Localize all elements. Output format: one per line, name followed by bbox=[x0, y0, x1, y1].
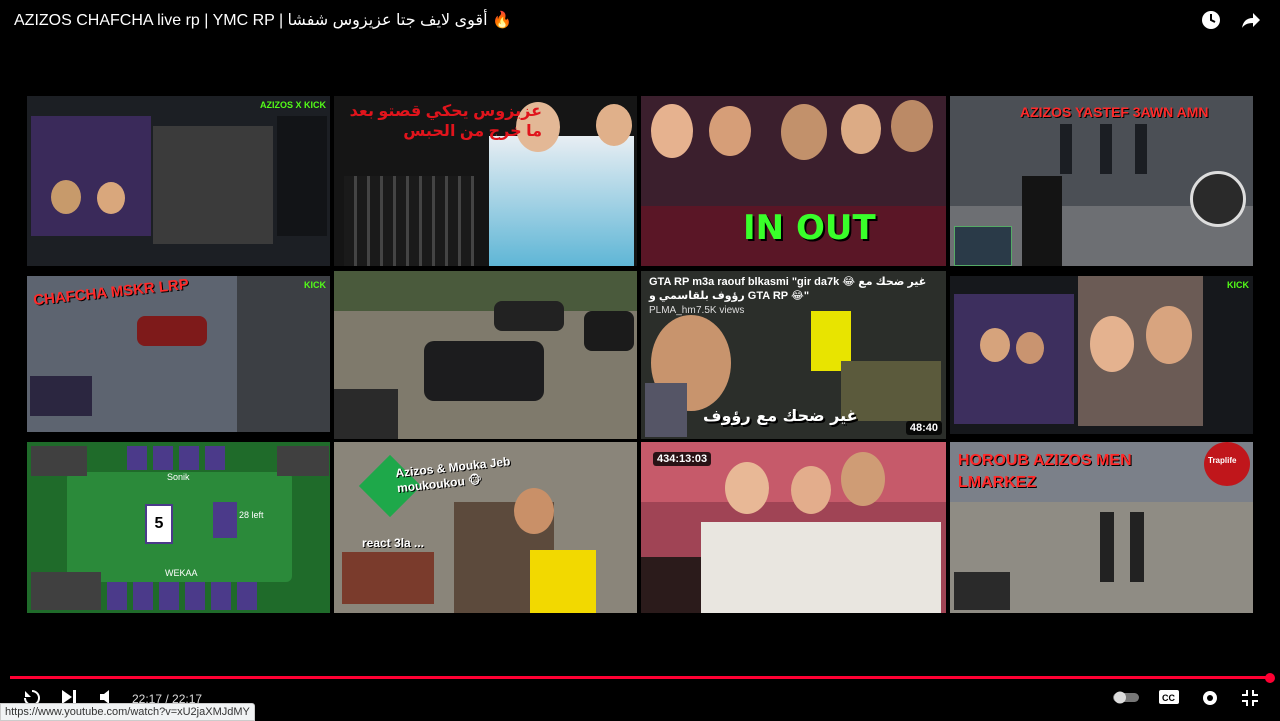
woman-face bbox=[1090, 316, 1134, 372]
police-car-2 bbox=[584, 311, 634, 351]
player-cam-3 bbox=[31, 572, 101, 610]
progress-bar[interactable] bbox=[10, 676, 1270, 679]
person-face bbox=[514, 488, 554, 534]
stream-cam-area bbox=[31, 116, 151, 236]
trees-background bbox=[334, 271, 637, 311]
streamer-face bbox=[51, 180, 81, 214]
suspect-figure bbox=[1022, 176, 1062, 266]
figure-1 bbox=[1100, 512, 1114, 582]
autoplay-toggle-icon[interactable] bbox=[1112, 688, 1140, 712]
settings-gear-icon[interactable] bbox=[1200, 688, 1220, 712]
police-badge-icon bbox=[1190, 171, 1246, 227]
tile-channel[interactable]: PLMA_hm bbox=[649, 305, 696, 316]
tile-views: 7.5K views bbox=[696, 305, 745, 316]
red-car bbox=[137, 316, 207, 346]
endscreen-tile-11[interactable]: 434:13:03 bbox=[641, 442, 946, 613]
guest-face bbox=[97, 182, 125, 214]
streamer-face bbox=[980, 328, 1010, 362]
share-arrow-icon[interactable] bbox=[1240, 9, 1262, 31]
woman-face bbox=[725, 462, 769, 514]
endscreen-tile-2[interactable]: عزيزوس يحكي قصتو بعد ما خرج من الحبس bbox=[334, 96, 637, 266]
svg-text:CC: CC bbox=[1162, 693, 1175, 703]
woman-face-3 bbox=[891, 100, 933, 152]
endscreen-tile-5[interactable]: CHAFCHA MSKR LRP KICK bbox=[27, 276, 330, 432]
figure-2 bbox=[1130, 512, 1144, 582]
cards-left: 28 left bbox=[239, 510, 264, 520]
endscreen-tile-8[interactable]: KICK bbox=[950, 276, 1253, 434]
prison-bars-image bbox=[344, 176, 474, 266]
facecam bbox=[342, 552, 434, 604]
center-card: 5 bbox=[145, 504, 173, 544]
officer-figure-2 bbox=[1100, 124, 1112, 174]
duration-badge: 48:40 bbox=[905, 421, 942, 435]
man-face bbox=[841, 452, 885, 506]
overlay-text: غير ضحك مع رؤوف bbox=[703, 406, 858, 425]
endscreen-tile-12[interactable]: Traplife HOROUB AZIZOS MEN LMARKEZ bbox=[950, 442, 1253, 613]
endscreen-tile-7[interactable]: GTA RP m3a raouf blkasmi "gir da7k 😂 غير… bbox=[641, 271, 946, 439]
white-shirts bbox=[701, 522, 941, 613]
second-person-face bbox=[596, 104, 632, 146]
tile-caption: Azizos & Mouka Jeb moukoukou 🐵 bbox=[394, 454, 511, 496]
stream-chat-panel bbox=[277, 116, 327, 236]
police-car bbox=[494, 301, 564, 331]
top-bar: AZIZOS CHAFCHA live rp | YMC RP | أقوى ل… bbox=[0, 0, 1280, 50]
opponent-cards bbox=[127, 446, 227, 470]
endscreen-tile-3[interactable]: IN OUT bbox=[641, 96, 946, 266]
building-wall bbox=[237, 276, 330, 432]
person-jacket-image bbox=[489, 136, 634, 266]
player-name-top: Sonik bbox=[167, 472, 190, 482]
tile-caption: AZIZOS YASTEF 3AWN AMN bbox=[1020, 104, 1209, 120]
yellow-jacket bbox=[530, 550, 596, 613]
timer-badge: 434:13:03 bbox=[653, 452, 712, 466]
officer-figure bbox=[1060, 124, 1072, 174]
endscreen-tile-1[interactable]: AZIZOS X KICK bbox=[27, 96, 330, 266]
guest-face bbox=[1016, 332, 1044, 364]
facecam bbox=[954, 572, 1010, 610]
captions-icon[interactable]: CC bbox=[1158, 688, 1180, 712]
player-cam-2 bbox=[277, 446, 329, 476]
kick-logo: KICK bbox=[304, 280, 326, 290]
endscreen-tile-6[interactable] bbox=[334, 271, 637, 439]
deck-card bbox=[213, 502, 237, 538]
facecam bbox=[334, 389, 398, 439]
kick-logo: AZIZOS X KICK bbox=[259, 100, 326, 110]
player-hand bbox=[107, 582, 257, 610]
tile-caption: HOROUB AZIZOS MEN LMARKEZ bbox=[958, 452, 1132, 491]
tile-caption: عزيزوس يحكي قصتو بعد ما خرج من الحبس bbox=[349, 103, 542, 140]
endscreen-tile-10[interactable]: Azizos & Mouka Jeb moukoukou 🐵 react 3la… bbox=[334, 442, 637, 613]
stream-face-area bbox=[153, 126, 273, 244]
woman-face-2 bbox=[709, 106, 751, 156]
man-face bbox=[781, 104, 827, 160]
status-bar-url: https://www.youtube.com/watch?v=xU2jaXMJ… bbox=[0, 703, 255, 721]
gta-logo-box bbox=[645, 383, 687, 437]
player-name-bottom: WEKAA bbox=[165, 568, 198, 578]
traplife-text: Traplife bbox=[1208, 456, 1237, 465]
fullscreen-exit-icon[interactable] bbox=[1240, 688, 1260, 712]
tile-caption: GTA RP m3a raouf blkasmi "gir da7k 😂 غير… bbox=[649, 276, 927, 302]
woman-face-2 bbox=[791, 466, 831, 514]
stream-cam-area bbox=[954, 294, 1074, 424]
progress-scrubber[interactable] bbox=[1265, 673, 1275, 683]
endscreen-tile-9[interactable]: 5 28 left Sonik WEKAA bbox=[27, 442, 330, 613]
kick-logo: KICK bbox=[1227, 280, 1249, 290]
facecam bbox=[30, 376, 92, 416]
man-face-2 bbox=[841, 104, 881, 154]
endscreen-tile-4[interactable]: AZIZOS YASTEF 3AWN AMN bbox=[950, 96, 1253, 266]
video-title[interactable]: AZIZOS CHAFCHA live rp | YMC RP | أقوى ل… bbox=[14, 10, 512, 30]
endscreen-grid: AZIZOS X KICK عزيزوس يحكي قصتو بعد ما خر… bbox=[27, 96, 1253, 613]
police-suv bbox=[424, 341, 544, 401]
player-cam-1 bbox=[31, 446, 87, 476]
woman-face bbox=[651, 104, 693, 158]
officer-figure-3 bbox=[1135, 124, 1147, 174]
card-table bbox=[67, 472, 292, 582]
tile-caption: CHAFCHA MSKR LRP bbox=[32, 276, 190, 310]
in-out-text: IN OUT bbox=[743, 208, 876, 248]
clock-icon[interactable] bbox=[1200, 9, 1222, 31]
facecam bbox=[954, 226, 1012, 266]
chat-overlay bbox=[641, 557, 701, 613]
tile-subcaption: react 3la ... bbox=[362, 536, 425, 550]
woman-face-2 bbox=[1146, 306, 1192, 364]
